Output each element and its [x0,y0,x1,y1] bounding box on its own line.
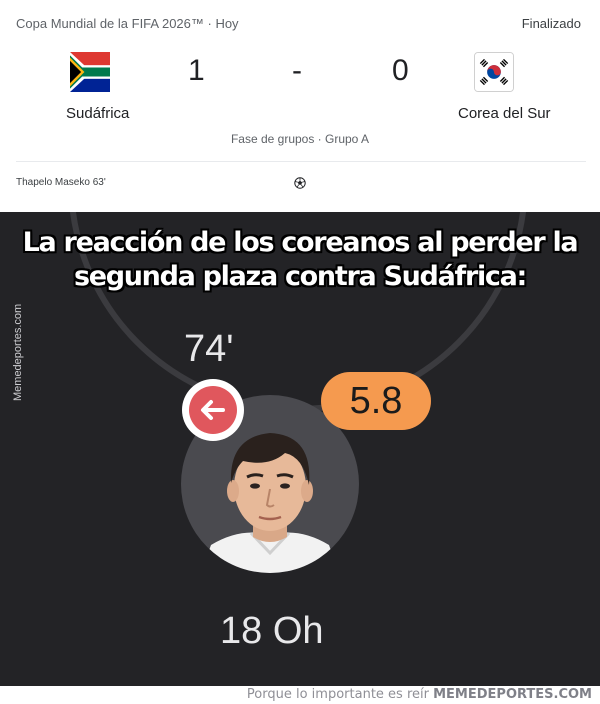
stage-label: Fase de grupos · Grupo A [230,132,370,146]
south-africa-flag-icon [70,52,110,92]
south-korea-flag-icon [474,52,514,92]
home-team-name[interactable]: Sudáfrica [66,105,129,122]
home-score: 1 [188,54,205,87]
brand-link[interactable]: MEMEDEPORTES.COM [433,687,592,702]
substitution-out-arrow-icon [182,379,244,441]
match-card[interactable]: Copa Mundial de la FIFA 2026™ · Hoy Fina… [0,0,600,212]
caption-line-1: La reacción de los coreanos al perder la [22,227,579,258]
meme-caption: La reacción de los coreanos al perder la… [0,226,600,294]
watermark: Memedeportes.com [12,303,24,401]
player-rating-badge: 5.8 [321,372,431,430]
substitution-minute: 74' [184,328,234,370]
away-score: 0 [392,54,409,87]
meme-panel: Memedeportes.com 74' 5.8 18 Oh La reacci… [0,212,600,686]
score-separator: - [292,54,302,87]
tagline-text: Porque lo importante es reír [246,687,429,702]
away-team-name[interactable]: Corea del Sur [458,105,551,122]
caption-line-2: segunda plaza contra Sudáfrica: [73,261,527,292]
competition-label: Copa Mundial de la FIFA 2026™ · Hoy [16,16,239,31]
goal-scorer: Thapelo Maseko 63' [16,177,106,188]
divider [16,161,586,162]
footer: Porque lo importante es reír MEMEDEPORTE… [0,686,600,704]
soccer-ball-icon [294,177,306,189]
player-name[interactable]: 18 Oh [220,610,324,653]
footer-tagline: Porque lo importante es reír MEMEDEPORTE… [247,686,592,704]
match-status: Finalizado [521,16,581,31]
